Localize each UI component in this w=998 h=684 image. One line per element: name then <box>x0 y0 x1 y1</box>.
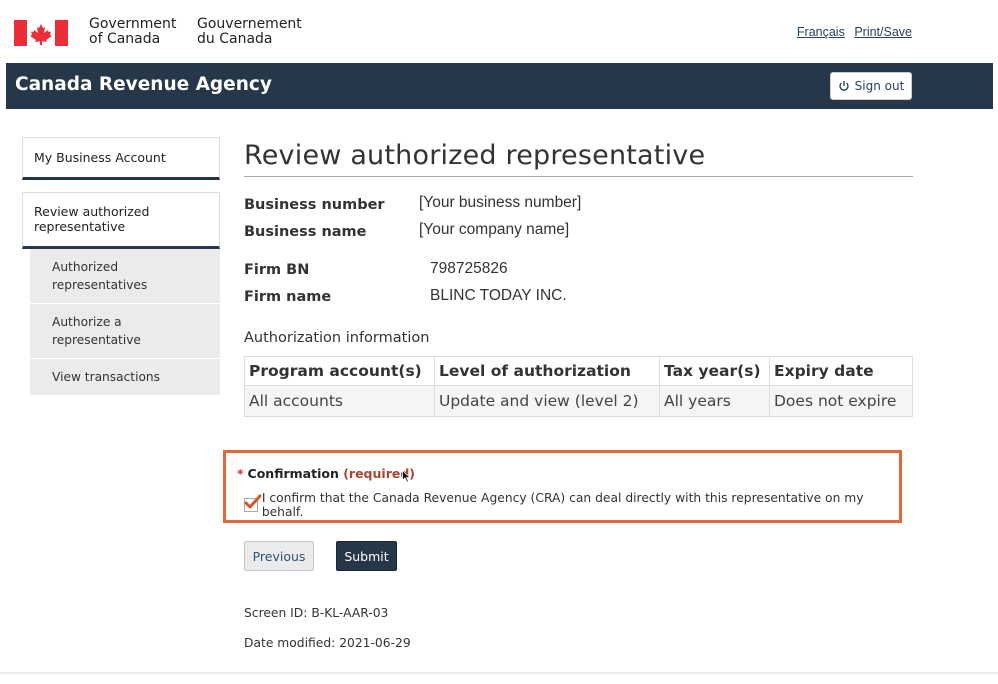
screen-id: Screen ID: B-KL-AAR-03 <box>244 606 389 620</box>
business-number-label: Business number <box>244 197 385 213</box>
table-cell: Update and view (level 2) <box>434 385 660 417</box>
confirmation-checkbox-label: I confirm that the Canada Revenue Agency… <box>261 491 864 519</box>
date-modified: Date modified: 2021-06-29 <box>244 636 411 650</box>
nav-item-authorize-a-representative[interactable]: Authorize a representative <box>30 304 220 359</box>
table-row: All accounts Update and view (level 2) A… <box>244 385 913 417</box>
print-save-link[interactable]: Print/Save <box>854 25 912 39</box>
gov-en-line2: of Canada <box>89 31 161 47</box>
gov-wordmark-en: Government of Canada <box>89 17 176 47</box>
left-nav: My Business Account Review authorized re… <box>22 137 220 396</box>
firm-name-label: Firm name <box>244 289 332 305</box>
submit-button[interactable]: Submit <box>336 541 397 571</box>
col-level-of-authorization: Level of authorization <box>434 356 660 386</box>
checkmark-icon <box>244 494 262 509</box>
col-expiry-date: Expiry date <box>769 356 913 386</box>
banner-title: Canada Revenue Agency <box>15 74 272 95</box>
required-star: * <box>237 466 244 481</box>
col-tax-years: Tax year(s) <box>659 356 770 386</box>
nav-item-view-transactions[interactable]: View transactions <box>30 359 220 396</box>
nav-subitems: Authorized representatives Authorize a r… <box>30 249 220 396</box>
sign-out-label: Sign out <box>854 79 905 93</box>
footer-divider <box>0 672 998 674</box>
mouse-cursor-icon <box>402 470 411 483</box>
business-name-label: Business name <box>244 224 367 240</box>
gov-header: Government of Canada Gouvernement du Can… <box>0 0 998 62</box>
nav-item-authorized-representatives[interactable]: Authorized representatives <box>30 249 220 304</box>
canada-flag-icon <box>14 20 68 46</box>
gov-fr-line2: du Canada <box>197 31 273 47</box>
confirmation-checkbox[interactable] <box>244 494 262 512</box>
nav-review-authorized-representative[interactable]: Review authorized representative <box>22 192 220 249</box>
table-cell: Does not expire <box>769 385 913 417</box>
top-links: Français Print/Save <box>791 25 912 39</box>
confirmation-checkbox-row[interactable]: I confirm that the Canada Revenue Agency… <box>244 491 899 519</box>
previous-button[interactable]: Previous <box>244 541 314 571</box>
authorization-info-label: Authorization information <box>244 330 430 346</box>
gov-fr-line1: Gouvernement <box>197 16 302 32</box>
confirmation-label: * Confirmation (required) <box>237 466 415 481</box>
confirmation-highlight: * Confirmation (required) I confirm that … <box>223 450 902 523</box>
table-cell: All years <box>659 385 770 417</box>
gov-wordmark-fr: Gouvernement du Canada <box>197 17 302 47</box>
nav-my-business-account[interactable]: My Business Account <box>22 137 220 180</box>
table-header-row: Program account(s) Level of authorizatio… <box>244 356 913 386</box>
col-program-accounts: Program account(s) <box>244 356 435 386</box>
gov-en-line1: Government <box>89 16 177 32</box>
app-banner: Canada Revenue Agency Sign out <box>6 63 993 109</box>
firm-name-value: BLINC TODAY INC. <box>430 287 567 304</box>
business-number-value: [Your business number] <box>419 194 582 211</box>
authorization-table: Program account(s) Level of authorizatio… <box>244 356 913 417</box>
business-name-value: [Your company name] <box>419 221 570 238</box>
table-cell: All accounts <box>244 385 435 417</box>
main-content: Review authorized representative Busines… <box>244 140 913 417</box>
page-title: Review authorized representative <box>244 140 913 177</box>
sign-out-button[interactable]: Sign out <box>830 72 912 100</box>
power-icon <box>838 81 849 91</box>
firm-bn-label: Firm BN <box>244 262 310 278</box>
confirmation-text: Confirmation <box>247 466 339 481</box>
language-link[interactable]: Français <box>797 25 845 39</box>
firm-bn-value: 798725826 <box>430 260 508 277</box>
